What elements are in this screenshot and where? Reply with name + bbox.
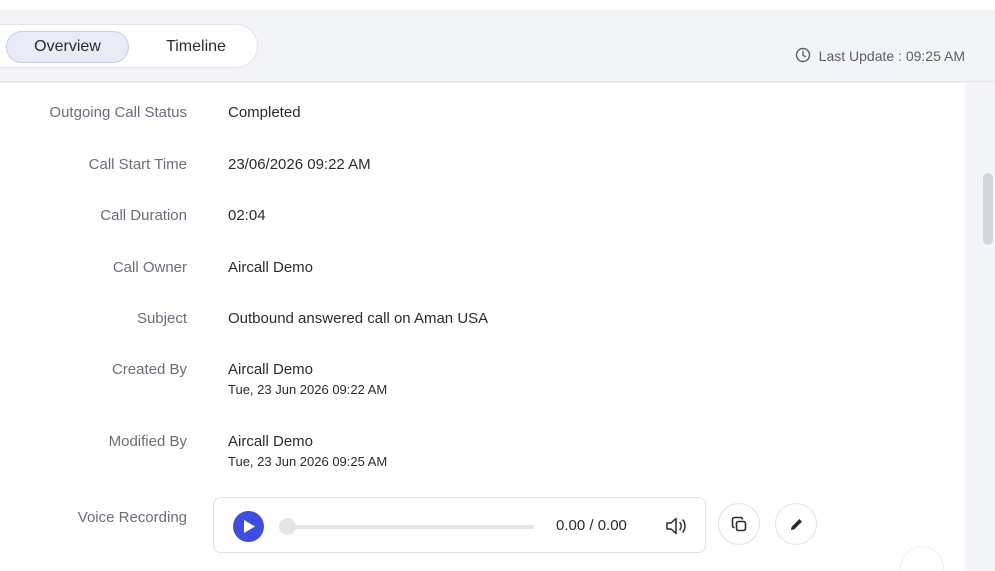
field-label: Subject [136,310,187,327]
modified-by-timestamp: Tue, 23 Jun 2026 09:25 AM [228,454,388,469]
volume-button[interactable] [664,515,688,537]
audio-progress-thumb[interactable] [279,518,296,535]
field-label: Created By [111,361,187,378]
edit-button[interactable] [775,503,817,545]
tab-timeline[interactable]: Timeline [150,31,242,63]
play-button[interactable] [233,511,264,542]
play-icon [244,520,255,533]
scrollbar-thumb[interactable] [983,173,993,245]
field-label: Modified By [108,433,187,450]
pencil-icon [791,519,802,530]
last-update: Last Update : 09:25 AM [795,46,965,66]
top-strip [0,0,995,10]
modified-by-name: Aircall Demo [228,433,314,450]
created-by-timestamp: Tue, 23 Jun 2026 09:22 AM [228,382,388,397]
clock-icon [795,47,811,66]
audio-progress-track[interactable] [282,525,534,529]
field-value: Completed [228,104,301,121]
field-value: Aircall Demo Tue, 23 Jun 2026 09:25 AM [228,433,387,469]
scrollbar-track[interactable] [965,83,995,571]
tab-overview[interactable]: Overview [6,31,129,63]
tab-group: Overview Timeline [0,24,258,68]
copy-icon [731,516,747,532]
field-label: Voice Recording [77,509,187,526]
record-header: Overview Timeline Last Update : 09:25 AM [0,10,995,82]
field-label: Outgoing Call Status [49,104,187,121]
copy-button[interactable] [718,503,760,545]
audio-player: 0.00 / 0.00 [213,497,706,553]
field-label: Call Owner [112,259,187,276]
volume-icon [666,517,686,535]
details-panel: Outgoing Call Status Completed Call Star… [0,83,965,571]
field-label: Call Start Time [88,156,187,173]
field-value: Aircall Demo Tue, 23 Jun 2026 09:22 AM [228,361,387,397]
field-value: 23/06/2026 09:22 AM [228,156,371,173]
field-value: Outbound answered call on Aman USA [228,310,489,327]
field-label: Call Duration [100,207,187,224]
last-update-text: Last Update : 09:25 AM [818,48,965,64]
field-value: 02:04 [228,207,266,224]
created-by-name: Aircall Demo [228,361,314,378]
audio-time: 0.00 / 0.00 [556,517,627,534]
field-value: Aircall Demo [228,259,314,276]
